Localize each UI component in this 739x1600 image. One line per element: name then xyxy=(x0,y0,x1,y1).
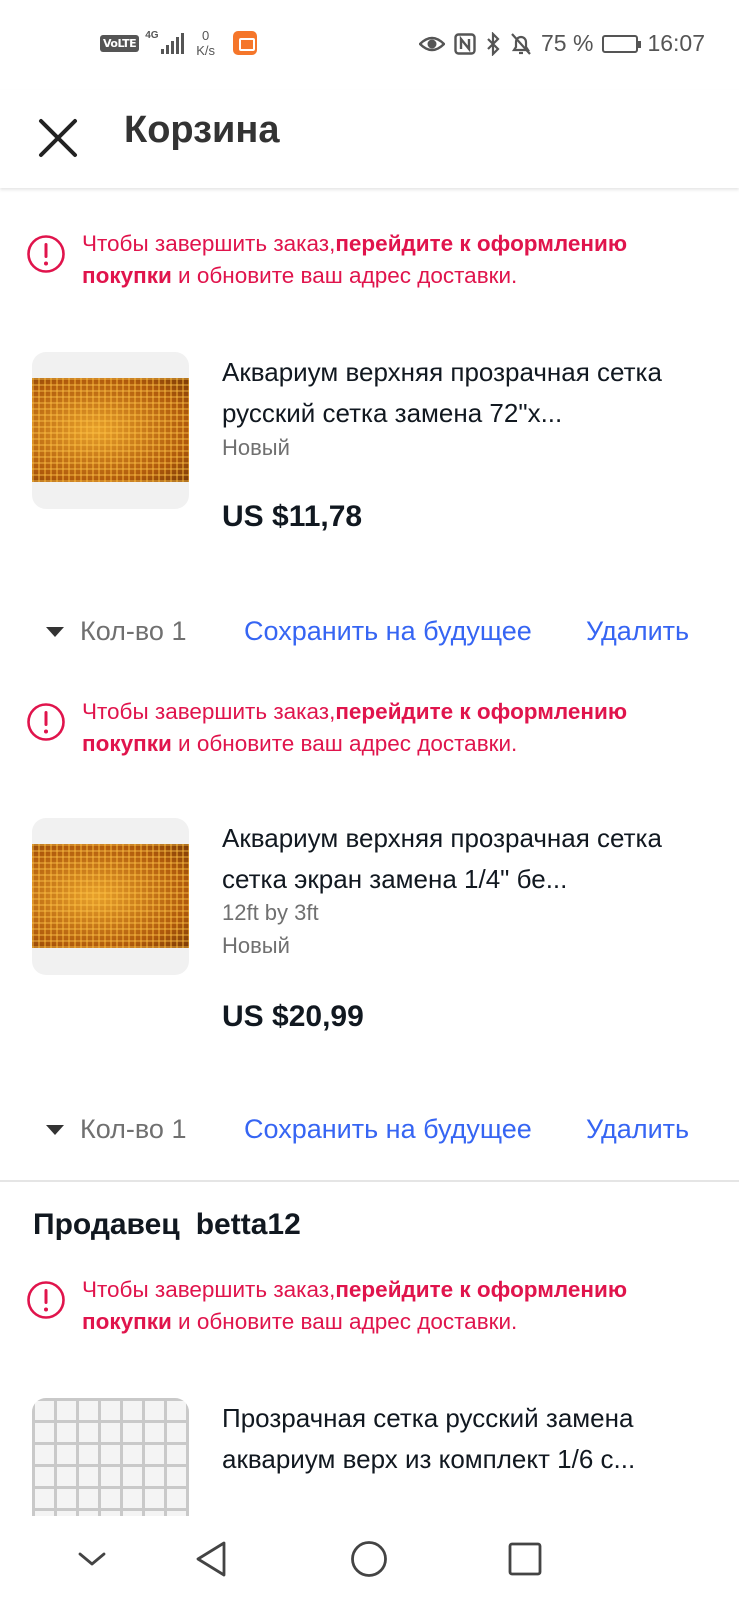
network-type: 4G xyxy=(145,30,159,41)
volte-badge: VoLTE xyxy=(100,34,140,52)
page-title: Корзина xyxy=(124,109,280,151)
status-bar: VoLTE 4G 0 K/s 75 % 16:07 xyxy=(0,0,739,90)
back-triangle-icon xyxy=(196,1541,226,1577)
save-for-later-link[interactable]: Сохранить на будущее xyxy=(244,616,532,647)
home-circle-icon xyxy=(351,1541,387,1577)
speed-unit: K/s xyxy=(196,43,215,58)
warning-prefix: Чтобы завершить заказ, xyxy=(82,231,336,256)
checkout-warning: Чтобы завершить заказ,перейдите к оформл… xyxy=(26,1274,716,1338)
cart-content[interactable]: Чтобы завершить заказ,перейдите к оформл… xyxy=(0,188,739,1516)
warning-text: Чтобы завершить заказ,перейдите к оформл… xyxy=(82,696,716,760)
item-image[interactable] xyxy=(32,818,189,975)
nav-home-button[interactable] xyxy=(344,1534,394,1584)
bell-off-icon xyxy=(511,32,531,55)
close-icon xyxy=(39,119,77,157)
nfc-icon xyxy=(454,32,476,55)
eye-icon xyxy=(419,36,445,51)
item-price: US $20,99 xyxy=(222,1000,364,1033)
alert-icon xyxy=(27,235,65,273)
caret-down-icon xyxy=(46,626,64,637)
alert-icon xyxy=(27,1281,65,1319)
status-right: 75 % 16:07 xyxy=(419,30,705,57)
nav-recents-button[interactable] xyxy=(500,1534,550,1584)
seller-label: Продавец xyxy=(33,1208,180,1241)
network-speed: 0 K/s xyxy=(196,28,215,58)
system-nav-bar xyxy=(0,1516,739,1600)
save-for-later-link[interactable]: Сохранить на будущее xyxy=(244,1114,532,1145)
checkout-warning: Чтобы завершить заказ,перейдите к оформл… xyxy=(26,228,716,292)
item-title[interactable]: Прозрачная сетка русский замена аквариум… xyxy=(222,1398,692,1480)
item-image[interactable] xyxy=(32,352,189,509)
warning-prefix: Чтобы завершить заказ, xyxy=(82,699,336,724)
recent-square-icon xyxy=(508,1542,542,1576)
alert-icon xyxy=(27,703,65,741)
item-condition: Новый xyxy=(222,435,290,460)
warning-text: Чтобы завершить заказ,перейдите к оформл… xyxy=(82,228,716,292)
chevron-down-icon xyxy=(78,1552,106,1566)
quantity-dropdown[interactable]: Кол-во 1 xyxy=(46,1114,186,1145)
section-divider xyxy=(0,1180,739,1182)
nav-hide-button[interactable] xyxy=(67,1534,117,1584)
warning-suffix: и обновите ваш адрес доставки. xyxy=(171,731,518,756)
nav-back-button[interactable] xyxy=(186,1534,236,1584)
warning-prefix: Чтобы завершить заказ, xyxy=(82,1277,336,1302)
quantity-dropdown[interactable]: Кол-во 1 xyxy=(46,616,186,647)
remove-link[interactable]: Удалить xyxy=(586,1114,689,1145)
speed-value: 0 xyxy=(201,28,210,43)
item-title[interactable]: Аквариум верхняя прозрачная сетка сетка … xyxy=(222,818,692,900)
seller-name[interactable]: betta12 xyxy=(196,1208,301,1241)
warning-suffix: и обновите ваш адрес доставки. xyxy=(171,1309,518,1334)
clock: 16:07 xyxy=(647,30,705,56)
item-actions: Кол-во 1 Сохранить на будущее Удалить xyxy=(0,1106,739,1156)
warning-suffix: и обновите ваш адрес доставки. xyxy=(171,263,518,288)
battery-percent: 75 % xyxy=(541,30,594,56)
signal-icon: 4G xyxy=(145,30,185,54)
item-price: US $11,78 xyxy=(222,500,363,533)
item-condition: Новый xyxy=(222,933,290,958)
item-actions: Кол-во 1 Сохранить на будущее Удалить xyxy=(0,608,739,658)
quantity-label: Кол-во 1 xyxy=(80,1114,187,1144)
checkout-warning: Чтобы завершить заказ,перейдите к оформл… xyxy=(26,696,716,760)
item-title[interactable]: Аквариум верхняя прозрачная сетка русски… xyxy=(222,352,692,434)
close-button[interactable] xyxy=(30,110,86,166)
item-variant: 12ft by 3ft xyxy=(222,900,319,925)
app-bar: Корзина xyxy=(0,90,739,188)
status-left: VoLTE 4G 0 K/s xyxy=(100,28,257,58)
screen-recorder-icon xyxy=(232,31,257,55)
battery-icon xyxy=(602,34,642,53)
item-image[interactable] xyxy=(32,1398,189,1516)
warning-text: Чтобы завершить заказ,перейдите к оформл… xyxy=(82,1274,716,1338)
seller-heading: Продавец betta12 xyxy=(33,1208,301,1242)
caret-down-icon xyxy=(46,1124,64,1135)
remove-link[interactable]: Удалить xyxy=(586,616,689,647)
quantity-label: Кол-во 1 xyxy=(80,616,187,646)
bluetooth-icon xyxy=(487,31,500,56)
